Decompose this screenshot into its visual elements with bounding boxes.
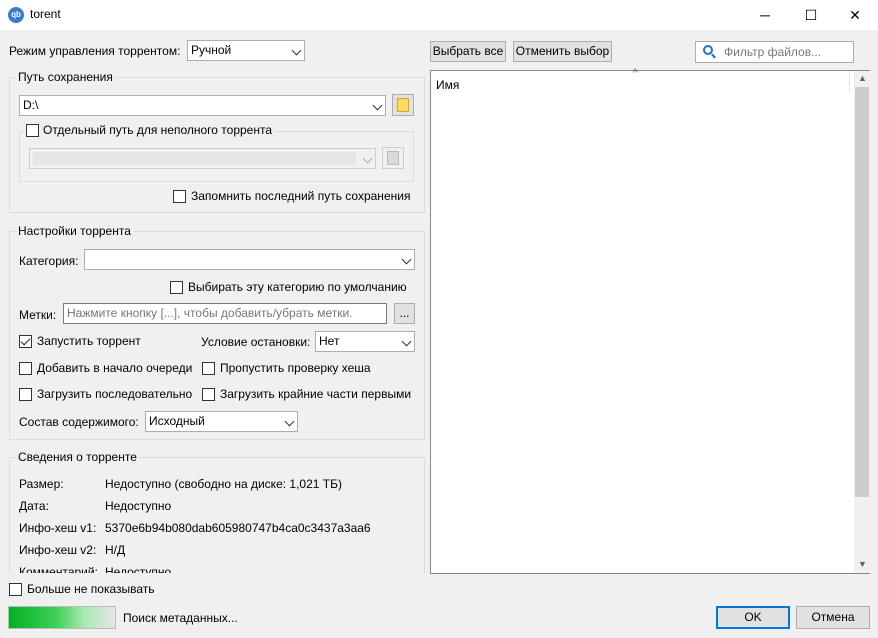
maximize-button[interactable]: ☐ <box>788 0 834 30</box>
column-name-header[interactable]: Имя <box>436 78 459 92</box>
add-top-queue-label: Добавить в начало очереди <box>37 361 193 375</box>
torrent-info-title: Сведения о торренте <box>16 450 139 464</box>
chevron-down-icon <box>362 153 373 164</box>
skip-hash-checkbox[interactable] <box>202 361 215 375</box>
info-key-hash-v2: Инфо-хеш v2: <box>19 543 97 557</box>
category-label: Категория: <box>19 254 79 268</box>
incomplete-path-combo <box>29 148 376 169</box>
default-category-label: Выбирать эту категорию по умолчанию <box>188 280 407 294</box>
stop-condition-label: Условие остановки: <box>201 335 311 349</box>
mode-label: Режим управления торрентом: <box>9 44 181 58</box>
incomplete-path-field <box>33 152 356 165</box>
edit-tags-button[interactable]: ... <box>394 303 415 324</box>
dont-show-label: Больше не показывать <box>27 582 155 596</box>
file-list[interactable]: ^ Имя ▲ ▼ <box>430 68 870 574</box>
content-layout-dropdown[interactable]: Исходный <box>145 411 298 432</box>
scrollbar-thumb[interactable] <box>855 87 869 497</box>
chevron-down-icon <box>401 336 412 347</box>
chevron-down-icon <box>401 254 412 265</box>
select-all-button[interactable]: Выбрать все <box>430 41 506 62</box>
tags-label: Метки: <box>19 308 57 322</box>
start-torrent-checkbox[interactable] <box>19 334 32 348</box>
scroll-up-icon[interactable]: ▲ <box>858 73 867 83</box>
ok-button[interactable]: OK <box>716 606 790 629</box>
remember-path-checkbox[interactable] <box>173 189 186 203</box>
remember-path-label: Запомнить последний путь сохранения <box>191 189 411 203</box>
chevron-down-icon <box>291 45 302 56</box>
browse-folder-button[interactable] <box>392 94 414 116</box>
info-value-hash-v2: Н/Д <box>105 543 126 557</box>
info-value-size: Недоступно (свободно на диске: 1,021 ТБ) <box>105 477 342 491</box>
select-none-button[interactable]: Отменить выбор <box>513 41 612 62</box>
column-divider <box>849 73 850 93</box>
info-key-comment: Комментарий: <box>19 565 98 573</box>
minimize-button[interactable]: ─ <box>742 0 788 30</box>
content-layout-value: Исходный <box>149 414 205 428</box>
separate-path-label: Отдельный путь для неполного торрента <box>43 123 273 137</box>
info-key-size: Размер: <box>19 477 64 491</box>
skip-hash-label: Пропустить проверку хеша <box>220 361 371 375</box>
search-icon-handle <box>711 53 716 59</box>
default-category-checkbox[interactable] <box>170 280 183 294</box>
separate-path-checkbox[interactable] <box>26 123 39 137</box>
close-button[interactable]: ✕ <box>832 0 878 30</box>
dont-show-row: Больше не показывать <box>9 582 155 596</box>
add-top-queue-row: Добавить в начало очереди <box>19 361 192 375</box>
cancel-button[interactable]: Отмена <box>796 606 870 629</box>
qbittorrent-logo-icon: qb <box>8 7 24 23</box>
title-bar: qb torent ─ ☐ ✕ <box>0 0 878 30</box>
file-list-header: ^ Имя <box>431 68 855 95</box>
remember-path-row: Запомнить последний путь сохранения <box>173 189 410 203</box>
chevron-down-icon <box>284 416 295 427</box>
content-layout-label: Состав содержимого: <box>19 415 139 429</box>
status-text: Поиск метаданных... <box>123 611 238 625</box>
mode-dropdown[interactable]: Ручной <box>187 40 305 61</box>
first-last-label: Загрузить крайние части первыми <box>220 387 412 401</box>
save-path-title: Путь сохранения <box>16 70 115 84</box>
save-path-combo[interactable]: D:\ <box>19 95 386 116</box>
info-value-comment: Недоступно <box>105 565 172 573</box>
file-filter-placeholder: Фильтр файлов... <box>724 45 822 59</box>
first-last-checkbox[interactable] <box>202 387 215 401</box>
category-combo[interactable] <box>84 249 415 270</box>
mode-value: Ручной <box>191 43 232 57</box>
torrent-info-clip: Размер: Недоступно (свободно на диске: 1… <box>9 457 425 573</box>
default-category-row: Выбирать эту категорию по умолчанию <box>170 280 407 294</box>
info-value-date: Недоступно <box>105 499 172 513</box>
start-torrent-row: Запустить торрент <box>19 334 141 348</box>
tags-input[interactable]: Нажмите кнопку [...], чтобы добавить/убр… <box>63 303 387 324</box>
progress-fill <box>9 607 115 628</box>
folder-icon <box>387 151 399 165</box>
window-title: torent <box>30 7 61 21</box>
vertical-scrollbar[interactable]: ▲ ▼ <box>854 71 870 573</box>
sort-ascending-icon: ^ <box>633 68 638 79</box>
info-key-date: Дата: <box>19 499 49 513</box>
sequential-label: Загрузить последовательно <box>37 387 193 401</box>
add-top-queue-checkbox[interactable] <box>19 361 32 375</box>
stop-condition-dropdown[interactable]: Нет <box>315 331 415 352</box>
file-filter-input[interactable]: Фильтр файлов... <box>695 41 854 63</box>
scroll-down-icon[interactable]: ▼ <box>858 559 867 569</box>
dont-show-checkbox[interactable] <box>9 582 22 596</box>
info-value-hash-v1: 5370e6b94b080dab605980747b4ca0c3437a3aa6 <box>105 521 371 535</box>
incomplete-browse-button <box>382 147 404 169</box>
sequential-checkbox[interactable] <box>19 387 32 401</box>
info-key-hash-v1: Инфо-хеш v1: <box>19 521 97 535</box>
folder-icon <box>397 98 409 112</box>
metadata-progress-bar <box>8 606 116 629</box>
save-path-value: D:\ <box>23 98 39 112</box>
start-torrent-label: Запустить торрент <box>37 334 141 348</box>
torrent-settings-title: Настройки торрента <box>16 224 133 238</box>
stop-condition-value: Нет <box>319 334 340 348</box>
chevron-down-icon <box>372 100 383 111</box>
separate-path-header: Отдельный путь для неполного торрента <box>24 123 275 137</box>
sequential-row: Загрузить последовательно <box>19 387 192 401</box>
first-last-row: Загрузить крайние части первыми <box>202 387 411 401</box>
skip-hash-row: Пропустить проверку хеша <box>202 361 371 375</box>
